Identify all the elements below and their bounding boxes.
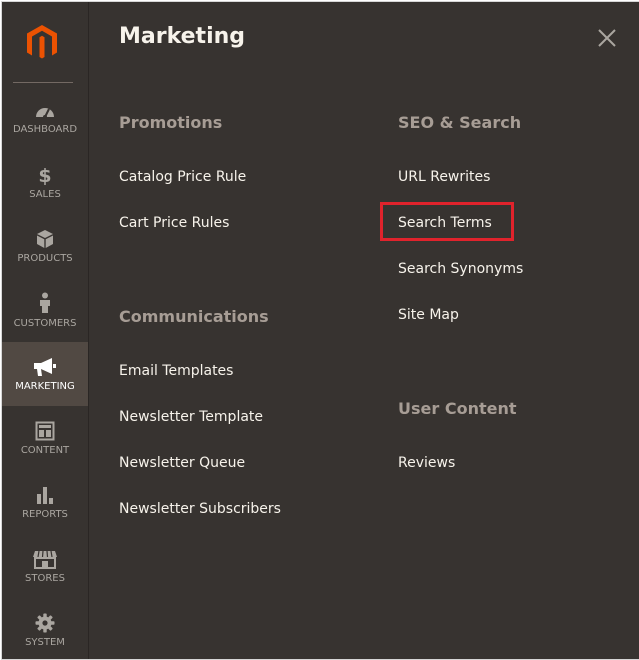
admin-menu-frame: DASHBOARD $ SALES PRODUCTS CUSTOMERS MAR… — [1, 1, 639, 660]
nav-item-marketing[interactable]: MARKETING — [2, 342, 88, 406]
nav-item-reports[interactable]: REPORTS — [2, 470, 88, 534]
admin-sidebar: DASHBOARD $ SALES PRODUCTS CUSTOMERS MAR… — [2, 2, 89, 659]
dollar-icon: $ — [38, 165, 51, 185]
logo-divider — [13, 82, 73, 83]
link-catalog-price-rule[interactable]: Catalog Price Rule — [119, 169, 246, 185]
svg-text:$: $ — [38, 165, 51, 185]
bar-chart-icon — [37, 486, 53, 504]
box-icon — [37, 229, 53, 248]
search-terms-highlight-box — [380, 202, 514, 241]
nav-label: MARKETING — [15, 380, 75, 392]
nav-item-dashboard[interactable]: DASHBOARD — [2, 86, 88, 150]
nav-item-sales[interactable]: $ SALES — [2, 150, 88, 214]
nav-item-customers[interactable]: CUSTOMERS — [2, 278, 88, 342]
section-title-communications: Communications — [119, 307, 269, 326]
close-icon[interactable] — [597, 28, 617, 48]
section-title-promotions: Promotions — [119, 113, 223, 132]
nav-label: REPORTS — [22, 508, 68, 520]
nav-item-content[interactable]: CONTENT — [2, 406, 88, 470]
nav-label: CUSTOMERS — [13, 317, 77, 329]
link-cart-price-rules[interactable]: Cart Price Rules — [119, 215, 229, 231]
nav-label: PRODUCTS — [17, 252, 73, 264]
link-email-templates[interactable]: Email Templates — [119, 363, 233, 379]
storefront-icon — [33, 550, 57, 569]
nav-item-products[interactable]: PRODUCTS — [2, 214, 88, 278]
nav-label: STORES — [25, 572, 65, 584]
megaphone-icon — [34, 357, 56, 376]
person-icon — [40, 292, 50, 313]
link-site-map[interactable]: Site Map — [398, 307, 459, 323]
nav-item-stores[interactable]: STORES — [2, 534, 88, 598]
nav-label: DASHBOARD — [12, 123, 78, 135]
link-newsletter-subscribers[interactable]: Newsletter Subscribers — [119, 501, 281, 517]
gauge-icon — [36, 107, 54, 119]
link-newsletter-queue[interactable]: Newsletter Queue — [119, 455, 245, 471]
section-title-user-content: User Content — [398, 399, 517, 418]
nav-label: SALES — [29, 188, 61, 200]
link-search-synonyms[interactable]: Search Synonyms — [398, 261, 523, 277]
gear-icon — [35, 613, 55, 632]
magento-logo-icon[interactable] — [23, 23, 61, 61]
section-title-seo-search: SEO & Search — [398, 113, 522, 132]
nav-label: CONTENT — [20, 444, 70, 456]
link-reviews[interactable]: Reviews — [398, 455, 455, 471]
nav-label: SYSTEM — [25, 636, 65, 648]
panel-title: Marketing — [119, 24, 246, 49]
layout-icon — [35, 421, 55, 440]
link-url-rewrites[interactable]: URL Rewrites — [398, 169, 490, 185]
link-newsletter-template[interactable]: Newsletter Template — [119, 409, 263, 425]
nav-item-system[interactable]: SYSTEM — [2, 598, 88, 659]
marketing-submenu-panel: Marketing Promotions Catalog Price Rule … — [89, 2, 639, 659]
